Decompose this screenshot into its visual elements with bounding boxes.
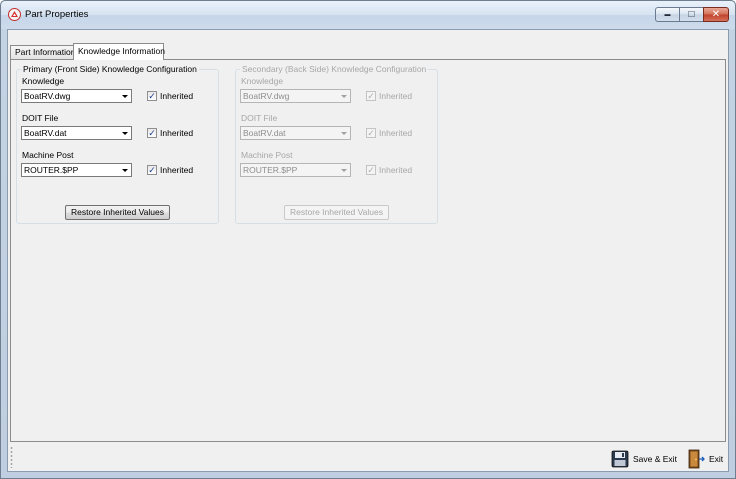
primary-machine-post-label: Machine Post	[22, 150, 74, 160]
primary-doit-value: BoatRV.dat	[24, 128, 67, 138]
tab-part-information-label: Part Information	[15, 47, 76, 57]
primary-doit-inherited-label: Inherited	[160, 128, 194, 138]
primary-knowledge-inherited-checkbox[interactable]: ✓	[147, 91, 157, 101]
secondary-doit-inherited-label: Inherited	[379, 128, 413, 138]
secondary-restore-inherited-button: Restore Inherited Values	[284, 205, 389, 220]
save-exit-label: Save & Exit	[633, 454, 677, 464]
secondary-restore-label: Restore Inherited Values	[290, 207, 383, 217]
caption-buttons: ▬ □ ✕	[655, 7, 729, 23]
floppy-disk-icon	[611, 450, 629, 468]
secondary-machine-post-inherited-checkbox: ✓	[366, 165, 376, 175]
check-icon: ✓	[367, 128, 375, 138]
primary-doit-select[interactable]: BoatRV.dat	[21, 126, 132, 140]
primary-knowledge-group: Primary (Front Side) Knowledge Configura…	[16, 64, 219, 224]
check-icon: ✓	[367, 91, 375, 101]
primary-doit-inherited-checkbox[interactable]: ✓	[147, 128, 157, 138]
maximize-button[interactable]: □	[679, 7, 703, 22]
toolbar-grip[interactable]	[10, 446, 13, 468]
title-bar[interactable]: Part Properties ▬ □ ✕	[1, 1, 735, 29]
save-exit-button[interactable]: Save & Exit	[611, 449, 677, 469]
part-properties-window: Part Properties ▬ □ ✕ Part Information K…	[0, 0, 736, 479]
primary-doit-label: DOIT File	[22, 113, 59, 123]
primary-restore-inherited-button[interactable]: Restore Inherited Values	[65, 205, 170, 220]
secondary-machine-post-inherited-label: Inherited	[379, 165, 413, 175]
primary-machine-post-inherited-checkbox[interactable]: ✓	[147, 165, 157, 175]
chevron-down-icon	[122, 95, 128, 98]
secondary-doit-value: BoatRV.dat	[243, 128, 286, 138]
tab-part-information[interactable]: Part Information	[10, 45, 76, 59]
secondary-group-legend: Secondary (Back Side) Knowledge Configur…	[240, 64, 429, 74]
secondary-knowledge-select: BoatRV.dwg	[240, 89, 351, 103]
knowledge-information-panel: Primary (Front Side) Knowledge Configura…	[10, 59, 726, 442]
minimize-icon: ▬	[664, 11, 671, 18]
chevron-down-icon	[341, 169, 347, 172]
primary-group-legend: Primary (Front Side) Knowledge Configura…	[21, 64, 199, 74]
footer-toolbar: Save & Exit Exit	[8, 444, 728, 472]
chevron-down-icon	[341, 132, 347, 135]
primary-knowledge-inherited-label: Inherited	[160, 91, 194, 101]
tab-knowledge-information[interactable]: Knowledge Information	[73, 43, 165, 60]
secondary-machine-post-select: ROUTER.$PP	[240, 163, 351, 177]
secondary-knowledge-inherited-label: Inherited	[379, 91, 413, 101]
chevron-down-icon	[341, 95, 347, 98]
exit-label: Exit	[709, 454, 724, 464]
primary-knowledge-label: Knowledge	[22, 76, 65, 86]
secondary-knowledge-value: BoatRV.dwg	[243, 91, 290, 101]
secondary-machine-post-label: Machine Post	[241, 150, 293, 160]
primary-machine-post-value: ROUTER.$PP	[24, 165, 79, 175]
client-area: Part Information Knowledge Information P…	[7, 29, 729, 472]
close-button[interactable]: ✕	[703, 7, 729, 22]
chevron-down-icon	[122, 132, 128, 135]
door-exit-icon	[688, 449, 705, 469]
secondary-doit-label: DOIT File	[241, 113, 278, 123]
check-icon: ✓	[148, 91, 156, 101]
minimize-button[interactable]: ▬	[655, 7, 679, 22]
check-icon: ✓	[148, 128, 156, 138]
chevron-down-icon	[122, 169, 128, 172]
primary-knowledge-value: BoatRV.dwg	[24, 91, 71, 101]
secondary-doit-select: BoatRV.dat	[240, 126, 351, 140]
primary-machine-post-select[interactable]: ROUTER.$PP	[21, 163, 132, 177]
tab-knowledge-information-label: Knowledge Information	[78, 46, 165, 56]
secondary-knowledge-group: Secondary (Back Side) Knowledge Configur…	[235, 64, 438, 224]
primary-machine-post-inherited-label: Inherited	[160, 165, 194, 175]
secondary-machine-post-value: ROUTER.$PP	[243, 165, 298, 175]
maximize-icon: □	[688, 9, 695, 20]
check-icon: ✓	[367, 165, 375, 175]
primary-knowledge-select[interactable]: BoatRV.dwg	[21, 89, 132, 103]
app-icon	[8, 8, 21, 21]
window-title: Part Properties	[25, 9, 89, 20]
secondary-knowledge-inherited-checkbox: ✓	[366, 91, 376, 101]
secondary-knowledge-label: Knowledge	[241, 76, 284, 86]
primary-restore-label: Restore Inherited Values	[71, 207, 164, 217]
check-icon: ✓	[148, 165, 156, 175]
close-icon: ✕	[711, 9, 721, 20]
secondary-doit-inherited-checkbox: ✓	[366, 128, 376, 138]
exit-button[interactable]: Exit	[687, 449, 723, 469]
